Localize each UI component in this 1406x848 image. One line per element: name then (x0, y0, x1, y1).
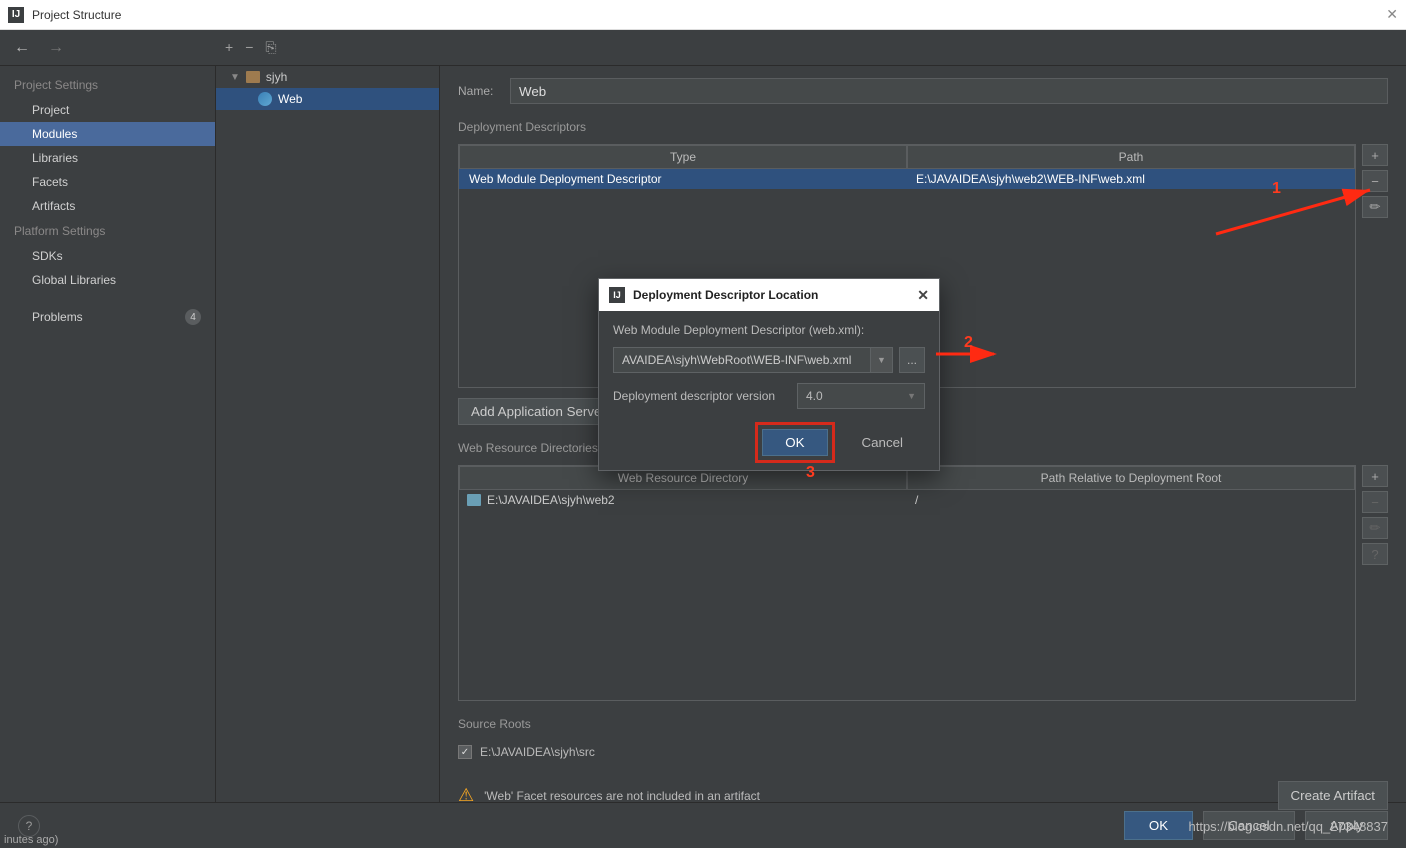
td-webres-path: / (907, 490, 1355, 510)
close-icon[interactable]: ✕ (1386, 6, 1398, 23)
deploy-desc-label: Deployment Descriptors (458, 114, 1388, 134)
sidebar-item-facets[interactable]: Facets (0, 170, 215, 194)
sidebar-item-libraries[interactable]: Libraries (0, 146, 215, 170)
sidebar-item-label: SDKs (32, 249, 63, 263)
td-path: E:\JAVAIDEA\sjyh\web2\WEB-INF\web.xml (908, 169, 1355, 189)
sidebar-item-label: Libraries (32, 151, 78, 165)
history-nav: ← → (0, 39, 215, 57)
toolbar: ← → + − ⎘ (0, 30, 1406, 66)
warning-text: 'Web' Facet resources are not included i… (484, 789, 760, 803)
th-webres-path: Path Relative to Deployment Root (907, 466, 1355, 490)
module-tree: ▼ sjyh Web (216, 66, 440, 802)
warning-icon: ⚠ (458, 785, 474, 806)
remove-webres-button[interactable]: − (1362, 491, 1388, 513)
deployment-descriptor-dialog: IJ Deployment Descriptor Location ✕ Web … (598, 278, 940, 471)
problems-badge: 4 (185, 309, 201, 325)
tree-node-root[interactable]: ▼ sjyh (216, 66, 439, 88)
add-webres-button[interactable]: + (1362, 465, 1388, 487)
project-settings-label: Project Settings (0, 72, 215, 98)
sidebar-left: Project Settings Project Modules Librari… (0, 66, 216, 802)
table-row[interactable]: E:\JAVAIDEA\sjyh\web2 / (459, 490, 1355, 510)
sidebar-item-project[interactable]: Project (0, 98, 215, 122)
remove-icon[interactable]: − (245, 39, 253, 56)
status-cut: inutes ago) (0, 832, 62, 848)
expand-arrow-icon[interactable]: ▼ (230, 72, 240, 83)
ok-button[interactable]: OK (1124, 811, 1193, 840)
version-select[interactable]: 4.0 ▼ (797, 383, 925, 409)
folder-icon (246, 71, 260, 83)
edit-descriptor-button[interactable]: ✎ (1362, 196, 1388, 218)
th-type: Type (459, 145, 907, 169)
tree-tools: + − ⎘ (215, 39, 287, 56)
sidebar-item-modules[interactable]: Modules (0, 122, 215, 146)
pencil-icon: ✎ (1365, 518, 1384, 537)
forward-icon[interactable]: → (48, 39, 64, 57)
app-icon: IJ (609, 287, 625, 303)
tree-node-web[interactable]: Web (216, 88, 439, 110)
dialog-close-icon[interactable]: ✕ (917, 287, 929, 304)
descriptor-path-label: Web Module Deployment Descriptor (web.xm… (613, 323, 925, 337)
checkbox-icon[interactable]: ✓ (458, 745, 472, 759)
watermark: https://blog.csdn.net/qq_27348837 (1189, 819, 1389, 834)
source-roots-label: Source Roots (458, 711, 1388, 731)
webres-table: Web Resource Directory Path Relative to … (458, 465, 1356, 701)
platform-settings-label: Platform Settings (0, 218, 215, 244)
td-type: Web Module Deployment Descriptor (459, 169, 908, 189)
chevron-down-icon[interactable]: ▼ (871, 347, 893, 373)
window-title: Project Structure (32, 8, 1386, 22)
table-row[interactable]: Web Module Deployment Descriptor E:\JAVA… (459, 169, 1355, 189)
sidebar-item-sdks[interactable]: SDKs (0, 244, 215, 268)
sidebar-item-label: Facets (32, 175, 68, 189)
version-label: Deployment descriptor version (613, 389, 785, 403)
name-field[interactable] (510, 78, 1388, 104)
dialog-title-bar: IJ Deployment Descriptor Location ✕ (599, 279, 939, 311)
app-icon: IJ (8, 7, 24, 23)
back-icon[interactable]: ← (14, 39, 30, 57)
sidebar-item-label: Problems (32, 310, 83, 324)
add-icon[interactable]: + (225, 39, 233, 56)
help-webres-button[interactable]: ? (1362, 543, 1388, 565)
browse-button[interactable]: ... (899, 347, 925, 373)
name-label: Name: (458, 84, 500, 98)
td-webres-dir-text: E:\JAVAIDEA\sjyh\web2 (487, 493, 615, 507)
sidebar-item-global-libraries[interactable]: Global Libraries (0, 268, 215, 292)
sidebar-item-label: Project (32, 103, 69, 117)
descriptor-path-input[interactable] (613, 347, 871, 373)
web-icon (258, 92, 272, 106)
sidebar-item-artifacts[interactable]: Artifacts (0, 194, 215, 218)
create-artifact-button[interactable]: Create Artifact (1278, 781, 1388, 810)
chevron-down-icon: ▼ (907, 391, 916, 401)
title-bar: IJ Project Structure ✕ (0, 0, 1406, 30)
dialog-cancel-button[interactable]: Cancel (840, 429, 926, 456)
tree-node-label: Web (278, 92, 302, 106)
dialog-title: Deployment Descriptor Location (633, 288, 909, 302)
copy-icon[interactable]: ⎘ (265, 39, 276, 56)
sidebar-item-label: Global Libraries (32, 273, 116, 287)
sidebar-item-label: Modules (32, 127, 77, 141)
pencil-icon: ✎ (1365, 197, 1384, 216)
version-value: 4.0 (806, 389, 823, 403)
tree-node-label: sjyh (266, 70, 287, 84)
th-path: Path (907, 145, 1355, 169)
add-descriptor-button[interactable]: + (1362, 144, 1388, 166)
folder-icon (467, 494, 481, 506)
edit-webres-button[interactable]: ✎ (1362, 517, 1388, 539)
remove-descriptor-button[interactable]: − (1362, 170, 1388, 192)
descriptor-path-combo[interactable]: ▼ (613, 347, 893, 373)
sidebar-item-label: Artifacts (32, 199, 75, 213)
td-webres-dir: E:\JAVAIDEA\sjyh\web2 (459, 490, 907, 510)
dialog-ok-button[interactable]: OK (762, 429, 827, 456)
source-root-path: E:\JAVAIDEA\sjyh\src (480, 745, 595, 759)
sidebar-item-problems[interactable]: Problems 4 (0, 304, 215, 330)
source-root-row[interactable]: ✓ E:\JAVAIDEA\sjyh\src (458, 741, 1388, 763)
